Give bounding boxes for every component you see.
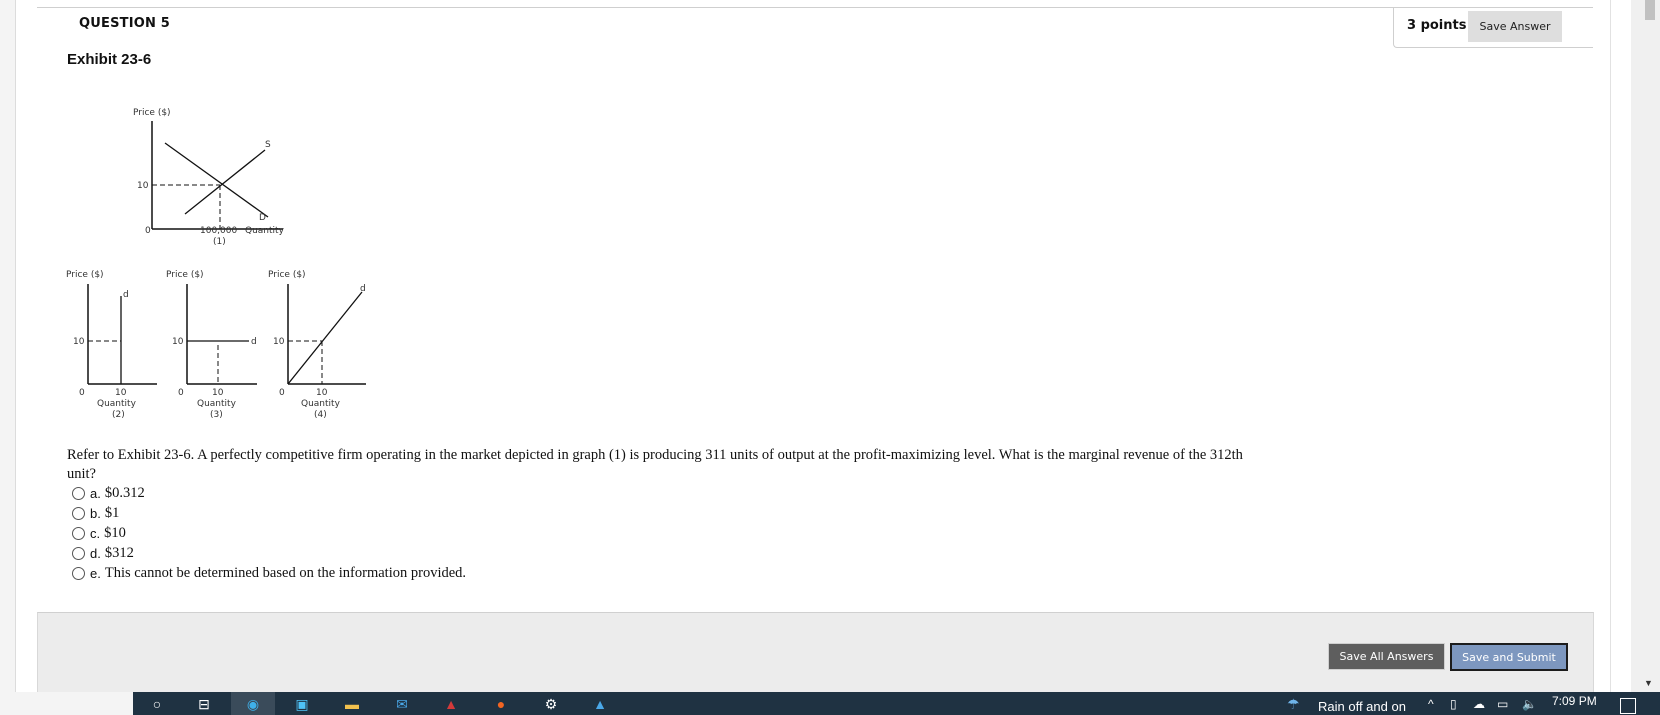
- volume-icon[interactable]: 🔈: [1522, 697, 1537, 711]
- scrollbar-thumb[interactable]: [1645, 0, 1655, 20]
- option-text: $10: [104, 524, 126, 541]
- option-letter: c.: [90, 525, 101, 541]
- radio-button[interactable]: [72, 506, 85, 520]
- left-gutter: [0, 0, 16, 692]
- option-letter: e.: [90, 565, 101, 581]
- store-icon[interactable]: ▣: [292, 696, 312, 715]
- graph1-supply-label: S: [265, 140, 271, 150]
- option-e[interactable]: e. This cannot be determined based on th…: [72, 563, 466, 583]
- save-all-answers-button[interactable]: Save All Answers: [1328, 643, 1445, 670]
- onedrive-cloud-icon[interactable]: ☁: [1473, 697, 1485, 711]
- photos-icon[interactable]: ▲: [590, 696, 610, 715]
- graph1-demand-label: D: [259, 213, 266, 223]
- network-icon[interactable]: ▭: [1497, 697, 1508, 711]
- taskbar-left-area: [0, 692, 133, 715]
- notifications-icon[interactable]: [1620, 698, 1636, 714]
- search-icon[interactable]: ○: [147, 696, 167, 715]
- graph3-x-tick: 10: [212, 388, 224, 398]
- option-text: $312: [104, 544, 134, 561]
- radio-button[interactable]: [72, 526, 85, 540]
- settings-gear-icon[interactable]: ⚙: [541, 696, 561, 715]
- radio-button[interactable]: [72, 486, 85, 500]
- graph1-y-tick: 10: [137, 181, 149, 191]
- graph3-curve-label: d: [251, 337, 257, 347]
- file-explorer-icon[interactable]: ▬: [342, 696, 362, 715]
- origin-icon[interactable]: ●: [491, 696, 511, 715]
- graph3-origin: 0: [178, 388, 184, 398]
- mail-icon[interactable]: ✉: [392, 696, 412, 715]
- graph4-origin: 0: [279, 388, 285, 398]
- graph2-y-tick: 10: [73, 337, 85, 347]
- graph1-x-tick: 100,000: [200, 226, 237, 236]
- graph2-curve-label: d: [123, 290, 129, 300]
- graph1-xlabel: Quantity: [245, 226, 285, 236]
- option-letter: b.: [90, 505, 101, 521]
- graph3-xlabel: Quantity: [197, 399, 237, 409]
- save-answer-button[interactable]: Save Answer: [1468, 11, 1562, 42]
- graph2-xlabel: Quantity: [97, 399, 137, 409]
- radio-button[interactable]: [72, 566, 85, 580]
- graph4-xlabel: Quantity: [301, 399, 341, 409]
- answer-options: a. $0.312 b. $1 c. $10 d. $312 e. This c…: [72, 483, 466, 583]
- exhibit-title: Exhibit 23-6: [67, 51, 152, 68]
- acrobat-icon[interactable]: ▲: [441, 696, 461, 715]
- graph1-supply-curve: [184, 149, 266, 215]
- graph4-x-tick: 10: [316, 388, 328, 398]
- option-letter: a.: [90, 485, 101, 501]
- graph1-ylabel: Price ($): [133, 108, 171, 118]
- graph2-caption: (2): [112, 410, 125, 420]
- option-d[interactable]: d. $312: [72, 543, 466, 563]
- option-b[interactable]: b. $1: [72, 503, 466, 523]
- exhibit-graph-2: Price ($) d 10 0 10 Quantity (2): [66, 270, 157, 420]
- graph4-curve-label: d: [360, 284, 366, 294]
- show-hidden-icons-chevron-icon[interactable]: ^: [1428, 697, 1434, 711]
- graph1-demand-curve: [164, 142, 269, 218]
- graph4-caption: (4): [314, 410, 327, 420]
- edge-browser-icon[interactable]: ◉: [243, 696, 263, 715]
- exhibit-graph-1: Price ($) 10 0 100,000 Quantity (1) S D: [133, 108, 285, 247]
- points-label: 3 points: [1407, 18, 1467, 33]
- exhibit-graph-3: Price ($) d 10 0 10 Quantity (3): [166, 270, 257, 420]
- scrollbar[interactable]: [1631, 0, 1660, 692]
- graph4-demand-curve: [287, 291, 363, 385]
- option-letter: d.: [90, 545, 101, 561]
- task-view-icon[interactable]: ⊟: [194, 696, 214, 715]
- exhibit-graph-4: Price ($) d 10 0 10 Quantity (4): [268, 270, 366, 420]
- graph2-x-tick: 10: [115, 388, 127, 398]
- meet-now-icon[interactable]: ▯: [1450, 697, 1457, 711]
- option-text: $0.312: [104, 484, 145, 501]
- graph2-ylabel: Price ($): [66, 270, 104, 280]
- option-c[interactable]: c. $10: [72, 523, 466, 543]
- save-and-submit-button[interactable]: Save and Submit: [1450, 643, 1568, 671]
- graph1-origin: 0: [145, 226, 151, 236]
- graph3-ylabel: Price ($): [166, 270, 204, 280]
- taskbar-clock[interactable]: 7:09 PM: [1552, 694, 1597, 708]
- points-box: 3 points Save Answer: [1393, 8, 1593, 48]
- question-prompt: Refer to Exhibit 23-6. A perfectly compe…: [67, 447, 1243, 482]
- scroll-down-arrow-icon[interactable]: ▼: [1644, 678, 1653, 688]
- option-a[interactable]: a. $0.312: [72, 483, 466, 503]
- graph4-ylabel: Price ($): [268, 270, 306, 280]
- option-text: This cannot be determined based on the i…: [104, 564, 467, 581]
- weather-umbrella-icon[interactable]: ☂: [1287, 696, 1300, 713]
- graph3-y-tick: 10: [172, 337, 184, 347]
- graph4-y-tick: 10: [273, 337, 285, 347]
- weather-text[interactable]: Rain off and on: [1318, 699, 1406, 714]
- graph3-caption: (3): [210, 410, 223, 420]
- option-text: $1: [104, 504, 120, 521]
- graph1-caption: (1): [213, 237, 226, 247]
- graph2-origin: 0: [79, 388, 85, 398]
- radio-button[interactable]: [72, 546, 85, 560]
- question-number: QUESTION 5: [79, 16, 171, 31]
